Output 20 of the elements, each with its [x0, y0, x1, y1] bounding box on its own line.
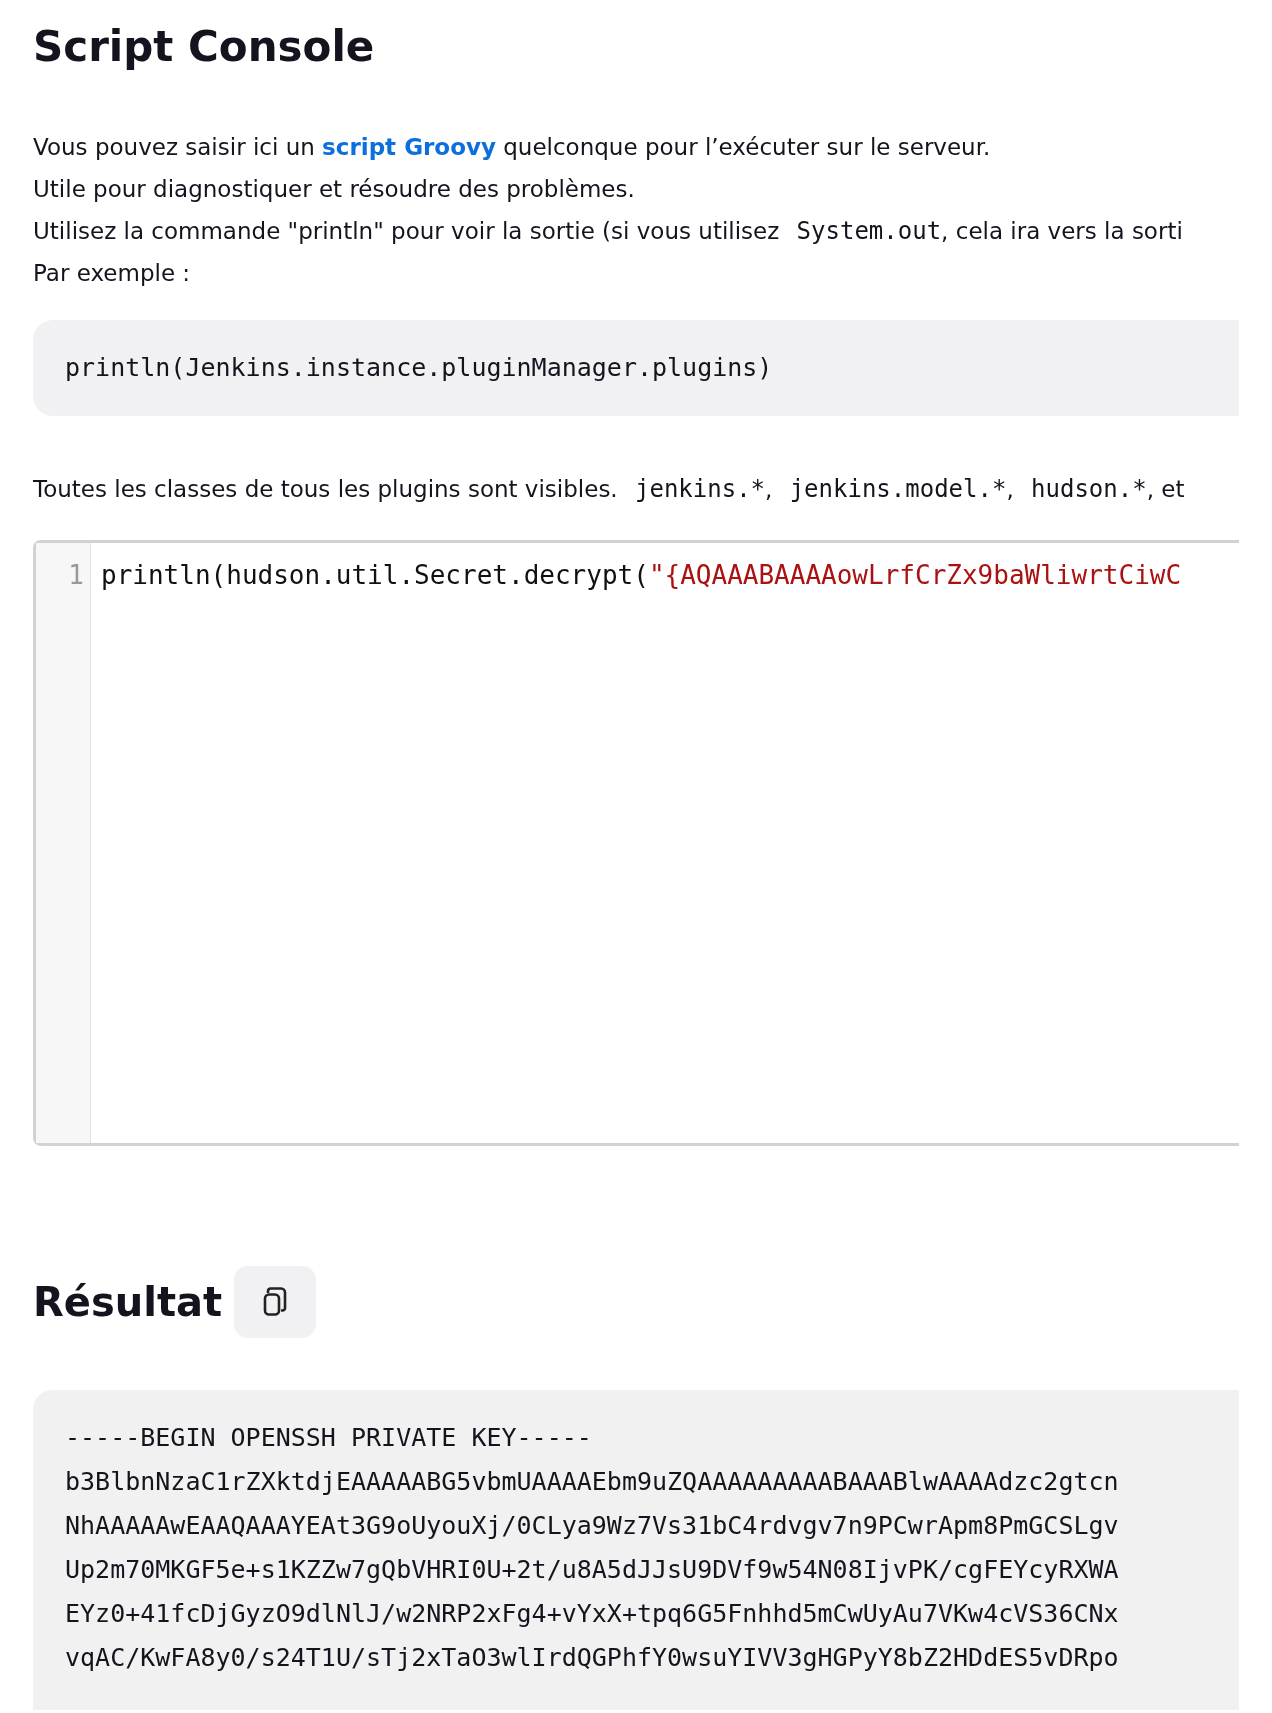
page-title: Script Console — [33, 22, 376, 73]
output-line: vqAC/KwFA8y0/s24T1U/sTj2xTaO3wlIrdQGPhfY0wsuYIVV3gHGPyY8bZ2HDdES5vDRpo — [65, 1642, 1120, 1675]
description-text: Par exemple : — [33, 259, 192, 289]
copy-button[interactable] — [234, 1266, 317, 1339]
copy-icon — [262, 1287, 289, 1318]
line-number: 1 — [67, 559, 85, 593]
description-text: Vous pouvez saisir ici un script Groovy quelconque pour l’exécuter sur le serveur. — [33, 133, 992, 163]
code-line: println(hudson.util.Secret.decrypt("{AQAAABAAAAowLrfCrZx9baWliwrtCiwC — [101, 559, 1182, 593]
result-heading: Résultat — [33, 1279, 223, 1326]
output-line: Up2m70MKGF5e+s1KZZw7gQbVHRI0U+2t/u8A5dJJsU9DVf9w54N08IjvPK/cgFEYcyRXWA — [65, 1554, 1120, 1587]
groovy-link[interactable]: script Groovy — [322, 134, 496, 161]
output-line: -----BEGIN OPENSSH PRIVATE KEY----- — [65, 1422, 593, 1455]
classes-note-text: Toutes les classes de tous les plugins sont visibles. jenkins.*, jenkins.model.*, hudson.*, et — [33, 474, 1186, 506]
example-code-block: println(Jenkins.instance.pluginManager.plugins) — [33, 320, 1239, 417]
output-line: NhAAAAAwEAAQAAAYEAt3G9oUyouXj/0CLya9Wz7Vs31bC4rdvgv7n9PCwrApm8PmGCSLgv — [65, 1510, 1120, 1543]
description-text: Utile pour diagnostiquer et résoudre des problèmes. — [33, 175, 636, 205]
description-text: Utilisez la commande "println" pour voir la sortie (si vous utilisez System.out, cela ira vers la sorti — [33, 216, 1184, 248]
output-line: b3BlbnNzaC1rZXktdjEAAAAABG5vbmUAAAAEbm9uZQAAAAAAAAABAAABlwAAAAdzc2gtcn — [65, 1466, 1120, 1499]
output-line: EYz0+41fcDjGyzO9dlNlJ/w2NRP2xFg4+vYxX+tpq6G5Fnhhd5mCwUyAu7VKw4cVS36CNx — [65, 1598, 1120, 1631]
script-editor[interactable]: 1 println(hudson.util.Secret.decrypt("{AQAAABAAAAowLrfCrZx9baWliwrtCiwC — [33, 540, 1239, 1147]
